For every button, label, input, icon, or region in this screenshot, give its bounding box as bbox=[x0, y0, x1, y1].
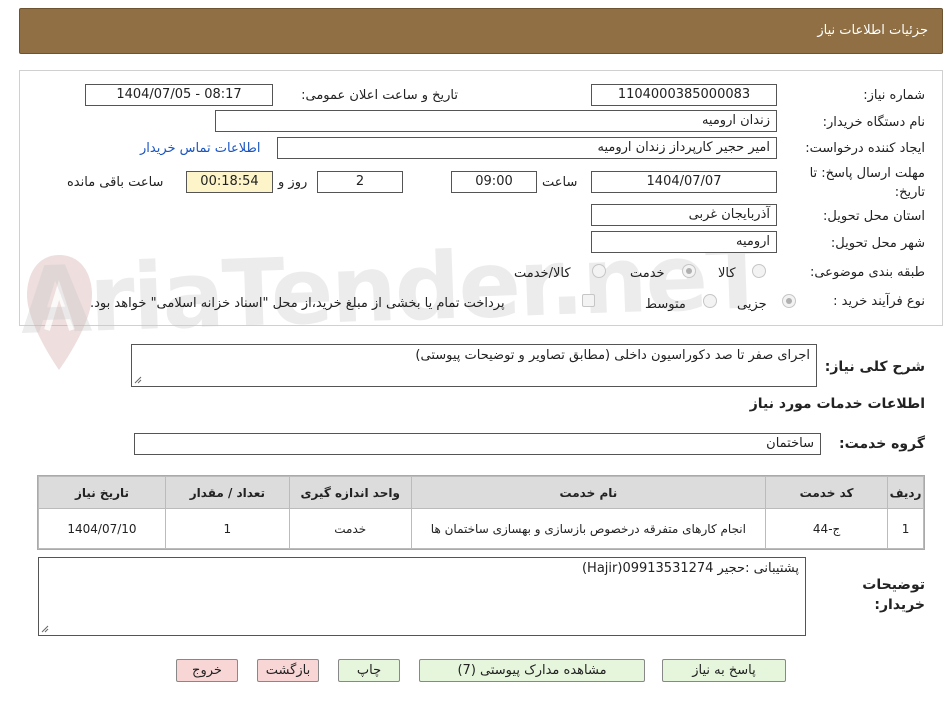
summary-textarea[interactable]: اجرای صفر تا صد دکوراسیون داخلی (مطابق ت… bbox=[131, 344, 817, 387]
category-radio-goods-service[interactable] bbox=[592, 264, 606, 278]
province-label: استان محل تحویل: bbox=[823, 209, 925, 224]
process-label: نوع فرآیند خرید : bbox=[833, 294, 925, 309]
requester-label: ایجاد کننده درخواست: bbox=[805, 141, 925, 156]
col-date-header: تاریخ نیاز bbox=[38, 476, 166, 509]
exit-button[interactable]: خروج bbox=[176, 659, 238, 682]
category-option-goods: کالا bbox=[718, 266, 736, 281]
category-label: طبقه بندی موضوعی: bbox=[809, 265, 925, 280]
view-attachments-button[interactable]: مشاهده مدارک پیوستی (7) bbox=[419, 659, 645, 682]
details-panel bbox=[19, 70, 943, 326]
buyer-notes-label-line1: توضیحات bbox=[862, 577, 925, 593]
category-option-goods-service: کالا/خدمت bbox=[514, 266, 571, 281]
buyer-org-field: زندان ارومیه bbox=[215, 110, 777, 132]
remaining-time-label: ساعت باقی مانده bbox=[67, 175, 164, 190]
buyer-notes-text: پشتیبانی :حجیر 09913531274(Hajir) bbox=[581, 561, 799, 576]
buyer-notes-label-line2: خریدار: bbox=[874, 597, 925, 613]
cell-row: 1 bbox=[887, 508, 924, 549]
process-radio-minor[interactable] bbox=[782, 294, 796, 308]
col-qty-header: تعداد / مقدار bbox=[164, 476, 290, 509]
resize-grip-icon[interactable] bbox=[41, 625, 49, 633]
deadline-days-field: 2 bbox=[317, 171, 403, 193]
treasury-note: پرداخت تمام یا بخشی از مبلغ خرید،از محل … bbox=[90, 296, 505, 311]
category-radio-goods[interactable] bbox=[752, 264, 766, 278]
buyer-notes-textarea[interactable]: پشتیبانی :حجیر 09913531274(Hajir) bbox=[38, 557, 806, 636]
requester-field: امیر حجیر کارپرداز زندان ارومیه bbox=[277, 137, 777, 159]
remaining-time-field: 00:18:54 bbox=[186, 171, 273, 193]
col-unit-header: واحد اندازه گیری bbox=[288, 476, 412, 509]
deadline-label-line1: مهلت ارسال پاسخ: تا bbox=[809, 166, 925, 181]
col-code-header: کد خدمت bbox=[765, 476, 889, 509]
province-field: آذربایجان غربی bbox=[591, 204, 777, 226]
deadline-date-field: 1404/07/07 bbox=[591, 171, 777, 193]
cell-code: ج-44 bbox=[765, 508, 889, 549]
print-button[interactable]: چاپ bbox=[338, 659, 400, 682]
buyer-org-label: نام دستگاه خریدار: bbox=[822, 115, 925, 130]
deadline-time-label: ساعت bbox=[542, 175, 578, 190]
summary-text: اجرای صفر تا صد دکوراسیون داخلی (مطابق ت… bbox=[415, 348, 810, 363]
col-row-header: ردیف bbox=[887, 476, 924, 509]
reply-button[interactable]: پاسخ به نیاز bbox=[662, 659, 786, 682]
service-group-field: ساختمان bbox=[134, 433, 821, 455]
process-option-medium: متوسط bbox=[645, 297, 686, 312]
cell-date: 1404/07/10 bbox=[38, 508, 166, 549]
treasury-checkbox[interactable] bbox=[582, 294, 595, 307]
need-number-label: شماره نیاز: bbox=[863, 88, 925, 103]
process-radio-medium[interactable] bbox=[703, 294, 717, 308]
days-label: روز و bbox=[278, 175, 308, 190]
need-number-field: 1104000385000083 bbox=[591, 84, 777, 106]
category-radio-service[interactable] bbox=[682, 264, 696, 278]
table-row: 1 ج-44 انجام کارهای متفرقه درخصوص بازساز… bbox=[38, 508, 924, 549]
services-section-title: اطلاعات خدمات مورد نیاز bbox=[749, 396, 925, 412]
city-field: ارومیه bbox=[591, 231, 777, 253]
deadline-time-field: 09:00 bbox=[451, 171, 537, 193]
cell-unit: خدمت bbox=[288, 508, 412, 549]
resize-grip-icon[interactable] bbox=[134, 376, 142, 384]
table-header-row: ردیف کد خدمت نام خدمت واحد اندازه گیری ت… bbox=[38, 476, 924, 509]
service-group-label: گروه خدمت: bbox=[839, 436, 925, 452]
page-header: جزئیات اطلاعات نیاز bbox=[19, 8, 943, 54]
announce-datetime-field: 1404/07/05 - 08:17 bbox=[85, 84, 273, 106]
services-table: ردیف کد خدمت نام خدمت واحد اندازه گیری ت… bbox=[37, 475, 925, 550]
announce-datetime-label: تاریخ و ساعت اعلان عمومی: bbox=[301, 88, 458, 103]
back-button[interactable]: بازگشت bbox=[257, 659, 319, 682]
cell-service-name: انجام کارهای متفرقه درخصوص بازسازی و بهس… bbox=[410, 508, 767, 549]
summary-label: شرح کلی نیاز: bbox=[824, 359, 925, 375]
city-label: شهر محل تحویل: bbox=[830, 236, 925, 251]
category-option-service: خدمت bbox=[630, 266, 665, 281]
deadline-label-line2: تاریخ: bbox=[894, 185, 925, 200]
process-option-minor: جزیی bbox=[737, 297, 767, 312]
page-title: جزئیات اطلاعات نیاز bbox=[817, 23, 928, 38]
cell-qty: 1 bbox=[164, 508, 290, 549]
watermark-logo bbox=[27, 255, 92, 370]
col-name-header: نام خدمت bbox=[410, 476, 767, 509]
buyer-contact-link[interactable]: اطلاعات تماس خریدار bbox=[140, 141, 260, 156]
